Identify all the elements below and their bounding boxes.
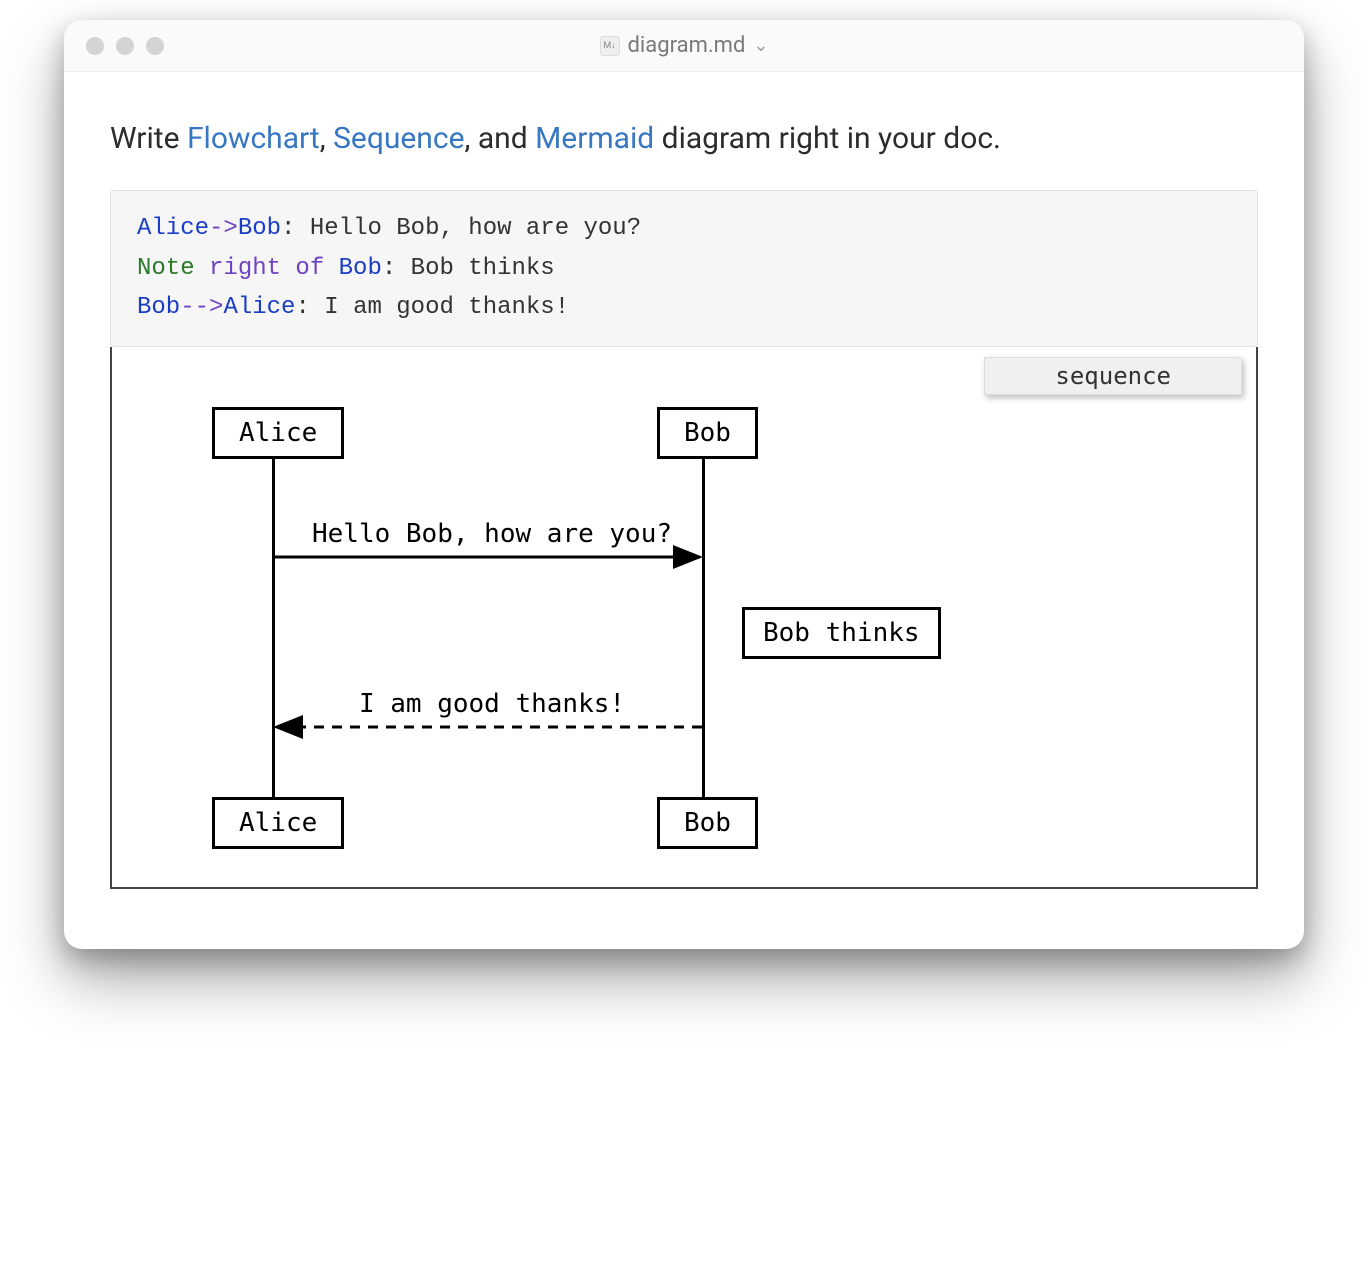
code-arrow: --> [180,294,223,321]
code-text: : [382,255,411,282]
document-content: Write Flowchart, Sequence, and Mermaid d… [64,72,1304,949]
intro-text: Write [110,121,187,156]
code-text: : [281,215,310,242]
message-label-2: I am good thanks! [262,689,722,719]
intro-text: diagram right in your doc. [654,121,1001,156]
code-text: : [295,294,324,321]
titlebar: M↓ diagram.md ⌄ [64,20,1304,72]
code-keyword: Note [137,255,195,282]
diagram-type-badge: sequence [984,357,1242,395]
code-text: Hello Bob, how are you? [310,215,641,242]
code-text: I am good thanks! [324,294,569,321]
code-actor: Alice [223,294,295,321]
app-window: M↓ diagram.md ⌄ Write Flowchart, Sequenc… [64,20,1304,949]
minimize-icon[interactable] [116,37,134,55]
message-arrows [142,407,1226,847]
document-title-group[interactable]: M↓ diagram.md ⌄ [600,33,769,58]
code-actor: Alice [137,215,209,242]
code-text: Bob thinks [411,255,555,282]
intro-paragraph: Write Flowchart, Sequence, and Mermaid d… [110,118,1258,160]
code-actor: Bob [339,255,382,282]
flowchart-link[interactable]: Flowchart [187,121,320,156]
close-icon[interactable] [86,37,104,55]
code-block[interactable]: Alice->Bob: Hello Bob, how are you? Note… [110,190,1258,347]
rendered-diagram: sequence Alice Bob Alice Bob [110,347,1258,889]
intro-text: , [320,121,333,156]
mermaid-link[interactable]: Mermaid [535,121,654,156]
window-controls [86,37,164,55]
markdown-file-icon: M↓ [600,36,620,56]
code-arrow: -> [209,215,238,242]
document-title: diagram.md [628,33,746,58]
code-actor: Bob [137,294,180,321]
maximize-icon[interactable] [146,37,164,55]
code-actor: Bob [238,215,281,242]
message-label-1: Hello Bob, how are you? [262,519,722,549]
chevron-down-icon: ⌄ [753,35,768,56]
intro-text: , and [465,121,536,156]
note-box: Bob thinks [742,607,941,659]
code-keyword: right of [195,255,339,282]
sequence-diagram: Alice Bob Alice Bob [142,407,1226,847]
sequence-link[interactable]: Sequence [333,121,464,156]
